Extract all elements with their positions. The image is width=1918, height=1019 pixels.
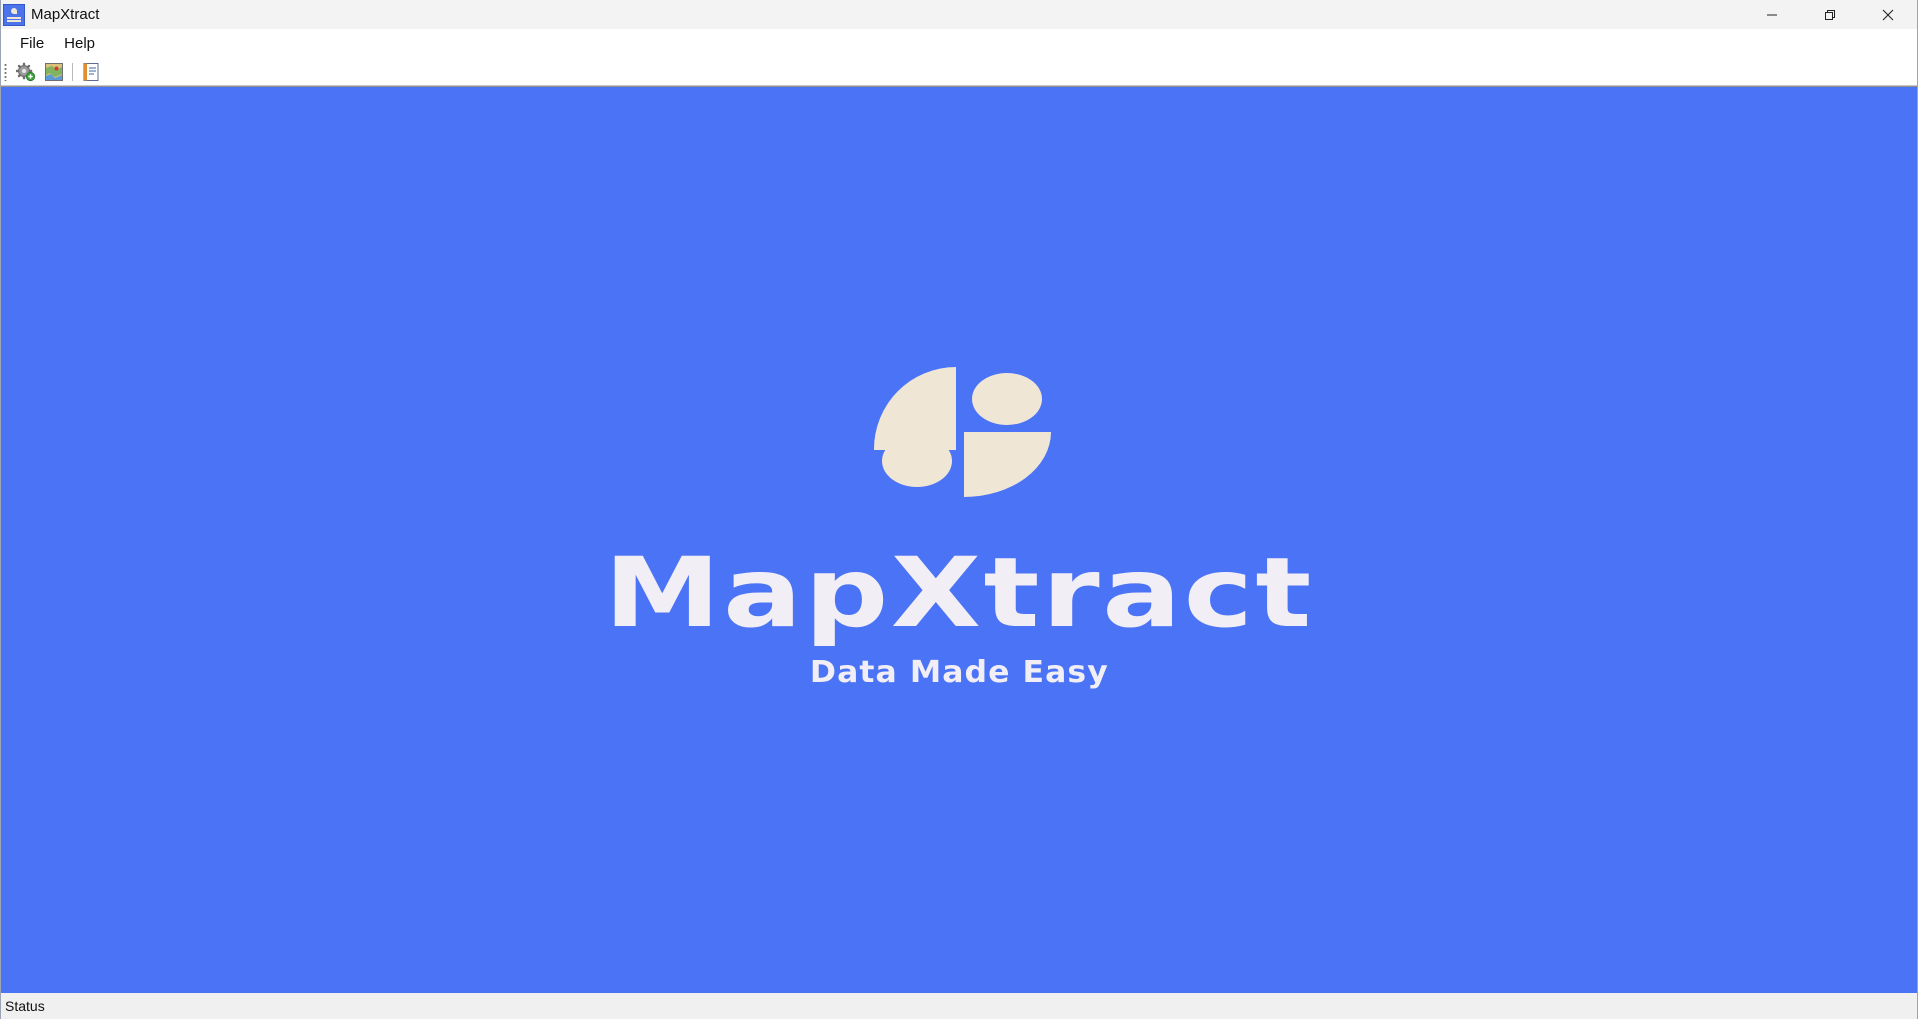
- toolbar-separator: [72, 62, 73, 81]
- toolbar-grip[interactable]: [4, 62, 7, 81]
- close-button[interactable]: [1859, 0, 1917, 29]
- minimize-icon: [1767, 14, 1777, 15]
- map-icon: [45, 62, 63, 81]
- restore-button[interactable]: [1801, 0, 1859, 29]
- window-title: MapXtract: [31, 6, 100, 23]
- app-window: MapXtract File Help MapXtract Data Made …: [0, 0, 1918, 1019]
- mapxtract-app-icon[interactable]: [3, 3, 25, 26]
- splash-logo: MapXtract Data Made Easy: [1, 347, 1917, 690]
- window-controls: [1743, 0, 1917, 29]
- status-text: Status: [5, 998, 45, 1014]
- toolbar-settings-button[interactable]: [13, 60, 39, 84]
- restore-icon: [1825, 9, 1835, 20]
- brand-tagline: Data Made Easy: [809, 655, 1109, 690]
- settings-gear-icon: [16, 62, 36, 81]
- splash-canvas: MapXtract Data Made Easy: [1, 86, 1917, 993]
- toolbar-document-button[interactable]: [78, 60, 104, 84]
- close-icon: [1882, 9, 1894, 20]
- title-bar[interactable]: MapXtract: [1, 0, 1917, 29]
- toolbar: [1, 58, 1917, 86]
- mapxtract-logo-icon: [873, 367, 1051, 497]
- menu-bar: File Help: [1, 29, 1917, 58]
- status-bar: Status: [1, 993, 1917, 1019]
- menu-file[interactable]: File: [10, 31, 54, 56]
- minimize-button[interactable]: [1743, 0, 1801, 29]
- document-icon: [83, 62, 99, 81]
- brand-name: MapXtract: [604, 537, 1314, 649]
- toolbar-map-button[interactable]: [41, 60, 67, 84]
- menu-help[interactable]: Help: [54, 31, 105, 56]
